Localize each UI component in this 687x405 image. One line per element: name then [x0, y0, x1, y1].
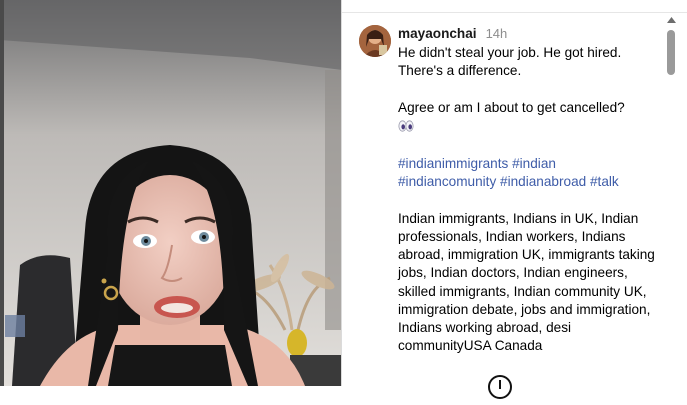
avatar-image — [359, 25, 391, 57]
hashtag-link[interactable]: #indianimmigrants — [398, 156, 508, 171]
caption-header: mayaonchai 14h — [398, 25, 660, 43]
caption-question-block: Agree or am I about to get cancelled? — [398, 99, 660, 138]
caption-line-2: Agree or am I about to get cancelled? — [398, 99, 625, 115]
hashtag-list: #indianimmigrants #indian #indiancomunity… — [398, 155, 660, 191]
caption-scrollbar[interactable] — [664, 13, 679, 386]
triangle-up-icon[interactable] — [664, 13, 679, 27]
username-link[interactable]: mayaonchai — [398, 25, 477, 43]
caption-panel: mayaonchai 14h He didn't steal your job.… — [342, 13, 664, 386]
more-options-icon[interactable] — [487, 374, 513, 400]
hashtag-link[interactable]: #talk — [590, 174, 619, 189]
eyes-emoji-icon — [398, 119, 414, 138]
hashtag-link[interactable]: #indian — [512, 156, 556, 171]
caption-line-1: He didn't steal your job. He got hired. … — [398, 45, 625, 79]
caption-body: mayaonchai 14h He didn't steal your job.… — [398, 25, 660, 374]
post-timestamp[interactable]: 14h — [486, 25, 508, 43]
video-player[interactable] — [0, 0, 342, 386]
avatar[interactable] — [359, 25, 391, 57]
caption-keywords: Indian immigrants, Indians in UK, Indian… — [398, 210, 659, 354]
scrollbar-thumb[interactable] — [667, 30, 675, 75]
video-frame — [0, 0, 342, 386]
hashtag-link[interactable]: #indianabroad — [500, 174, 586, 189]
window-edge — [0, 0, 4, 386]
hashtag-link[interactable]: #indiancomunity — [398, 174, 496, 189]
